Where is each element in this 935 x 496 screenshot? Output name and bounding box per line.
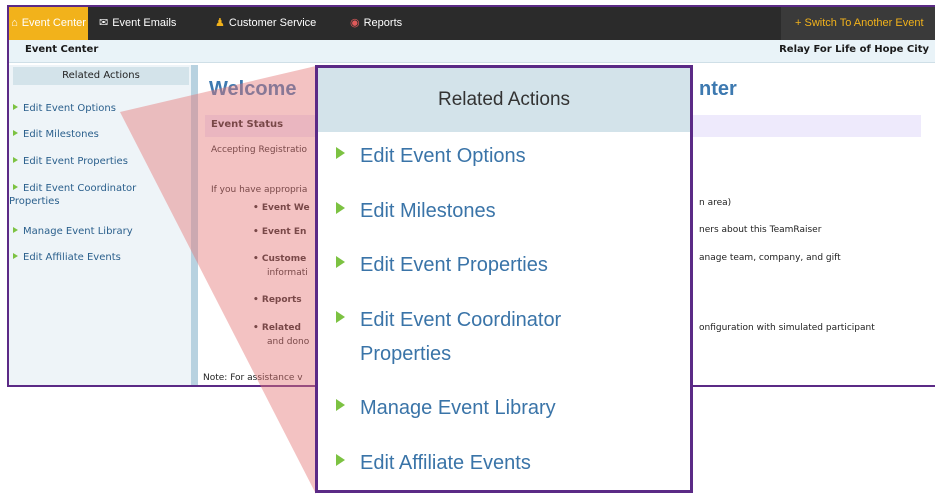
bullet-arrow-icon [336, 147, 345, 159]
popup-item-edit-coordinator-properties[interactable]: Edit Event Coordinator Properties [336, 303, 626, 371]
bullet-arrow-icon [336, 256, 345, 268]
popup-item-edit-affiliate-events[interactable]: Edit Affiliate Events [336, 446, 666, 480]
related-actions-popup: Related Actions Edit Event Options Edit … [315, 65, 693, 493]
popup-item-manage-event-library[interactable]: Manage Event Library [336, 391, 666, 425]
bullet-arrow-icon [336, 202, 345, 214]
popup-heading: Related Actions [318, 68, 690, 132]
popup-item-edit-event-properties[interactable]: Edit Event Properties [336, 248, 666, 282]
popup-item-edit-milestones[interactable]: Edit Milestones [336, 194, 666, 228]
popup-item-edit-event-options[interactable]: Edit Event Options [336, 139, 666, 173]
bullet-arrow-icon [336, 311, 345, 323]
bullet-arrow-icon [336, 454, 345, 466]
bullet-arrow-icon [336, 399, 345, 411]
zoom-cone-shape [120, 66, 316, 494]
